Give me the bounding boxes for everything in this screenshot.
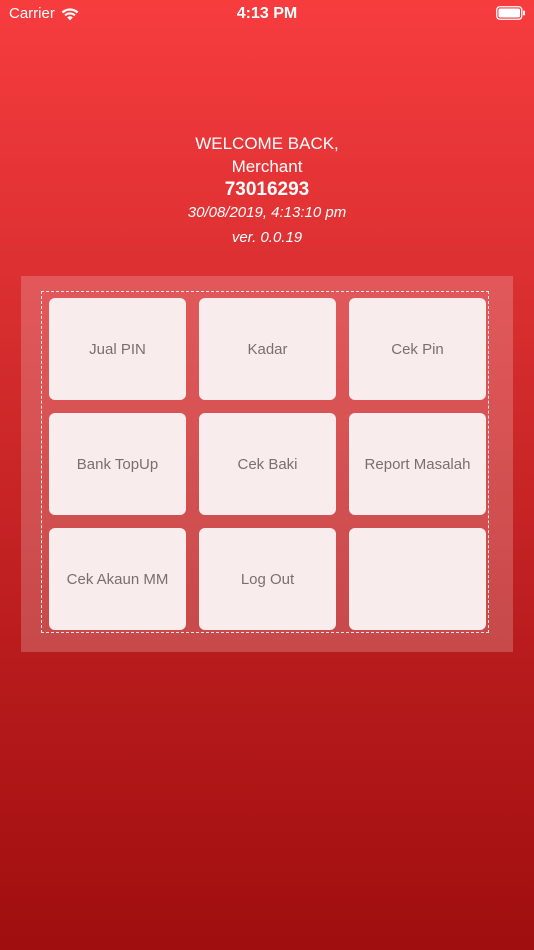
welcome-section: WELCOME BACK, Merchant 73016293 30/08/20… bbox=[0, 132, 534, 249]
menu-panel: Jual PIN Kadar Cek Pin Bank TopUp Cek Ba… bbox=[21, 276, 513, 652]
empty-tile[interactable] bbox=[349, 528, 486, 630]
status-time: 4:13 PM bbox=[236, 5, 298, 22]
app-version: ver. 0.0.19 bbox=[231, 229, 303, 246]
status-bar: Carrier 4:13 PM bbox=[0, 0, 534, 28]
report-masalah-button[interactable]: Report Masalah bbox=[349, 413, 486, 515]
cek-pin-button[interactable]: Cek Pin bbox=[349, 298, 486, 400]
welcome-title: WELCOME BACK, bbox=[195, 134, 339, 153]
merchant-name: Merchant bbox=[231, 157, 303, 176]
login-datetime: 30/08/2019, 4:13:10 pm bbox=[187, 204, 347, 221]
kadar-button[interactable]: Kadar bbox=[199, 298, 336, 400]
jual-pin-button[interactable]: Jual PIN bbox=[49, 298, 186, 400]
cek-baki-button[interactable]: Cek Baki bbox=[199, 413, 336, 515]
menu-grid: Jual PIN Kadar Cek Pin Bank TopUp Cek Ba… bbox=[49, 298, 486, 630]
battery-icon bbox=[496, 6, 525, 20]
cek-akaun-mm-button[interactable]: Cek Akaun MM bbox=[49, 528, 186, 630]
bank-topup-button[interactable]: Bank TopUp bbox=[49, 413, 186, 515]
log-out-button[interactable]: Log Out bbox=[199, 528, 336, 630]
merchant-id: 73016293 bbox=[224, 179, 310, 200]
